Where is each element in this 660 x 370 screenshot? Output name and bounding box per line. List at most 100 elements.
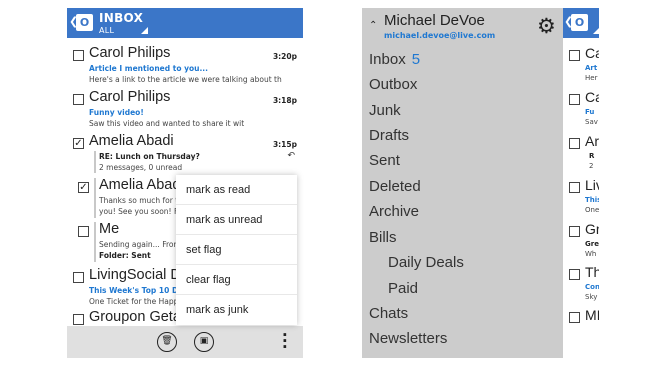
mail-checkbox[interactable] <box>73 94 84 105</box>
folder-paid[interactable]: Paid <box>388 280 418 297</box>
mail-subject: Art <box>585 64 598 72</box>
folders-screen: ⌃ Michael DeVoe michael.devoe@live.com ⚙… <box>362 8 599 358</box>
mail-subject: Gre <box>585 240 599 248</box>
mail-checkbox <box>569 50 580 61</box>
trash-icon[interactable]: 🗑 <box>157 332 177 352</box>
mail-checkbox[interactable]: ✓ <box>78 182 89 193</box>
mail-checkbox <box>569 269 580 280</box>
mail-sender: Liv <box>585 177 599 193</box>
mail-preview: Here's a link to the article we were tal… <box>89 75 282 84</box>
account-name[interactable]: Michael DeVoe <box>384 12 485 29</box>
mail-time: 3:15p <box>272 140 297 149</box>
inbox-title: INBOX <box>99 11 144 25</box>
mail-checkbox <box>569 312 580 323</box>
mail-preview: Saw this video and wanted to share it wi… <box>89 119 245 128</box>
mail-sender: Amelia Abadi <box>89 133 174 149</box>
mail-checkbox <box>569 226 580 237</box>
folder-inbox[interactable]: Inbox 5 <box>369 51 420 68</box>
folder-drafts[interactable]: Drafts <box>369 127 409 144</box>
mail-checkbox[interactable] <box>73 272 84 283</box>
menu-item-clear-flag[interactable]: clear flag <box>176 265 297 295</box>
outlook-logo-icon: O <box>76 14 93 31</box>
mail-subject: Funny video! <box>89 108 144 117</box>
thread-indicator <box>94 222 96 262</box>
mail-sender: Me <box>99 221 120 237</box>
mail-checkbox[interactable] <box>73 314 84 325</box>
mail-subject: Fu <box>585 108 595 116</box>
menu-item-mark-as-junk[interactable]: mark as junk <box>176 295 297 325</box>
menu-item-mark-as-unread[interactable]: mark as unread <box>176 205 297 235</box>
folder-deleted[interactable]: Deleted <box>369 178 421 195</box>
mail-time: 3:18p <box>272 96 297 105</box>
peek-mail-item: Gr Gre Wh <box>563 220 599 260</box>
mail-sender: Carol Philips <box>89 45 171 61</box>
mail-checkbox <box>569 94 580 105</box>
inbox-header: ❮ O INBOX ALL <box>67 8 303 38</box>
folder-move-icon[interactable]: ▣ <box>194 332 214 352</box>
menu-item-mark-as-read[interactable]: mark as read <box>176 175 297 205</box>
mail-sender: MI <box>585 307 599 323</box>
mail-subject: Con <box>585 283 599 291</box>
mail-subject: This <box>585 196 599 204</box>
mail-checkbox[interactable] <box>78 226 89 237</box>
folder-junk[interactable]: Junk <box>369 102 401 119</box>
folder-chats[interactable]: Chats <box>369 305 408 322</box>
mail-item[interactable]: Carol Philips 3:20p Article I mentioned … <box>67 44 303 88</box>
peek-mail-item: Th Con Sky <box>563 263 599 303</box>
folder-sent[interactable]: Sent <box>369 152 400 169</box>
filter-dropdown-icon[interactable] <box>141 27 148 34</box>
peek-mail-item: Ca Fu Sav <box>563 88 599 128</box>
mail-preview: One <box>585 206 599 214</box>
mail-sender: Amelia Abadi <box>99 177 184 193</box>
mail-subject: Article I mentioned to you... <box>89 64 209 73</box>
thread-indicator <box>94 151 96 173</box>
peek-header: ❮ O <box>563 8 599 38</box>
folder-newsletters[interactable]: Newsletters <box>369 330 447 347</box>
peek-mail-item: Liv This One <box>563 176 599 216</box>
filter-dropdown-icon <box>593 27 599 34</box>
folder-bills[interactable]: Bills <box>369 229 397 246</box>
folder-outbox[interactable]: Outbox <box>369 76 417 93</box>
menu-item-set-flag[interactable]: set flag <box>176 235 297 265</box>
mail-preview: Her <box>585 74 598 82</box>
account-collapse-chevron-icon[interactable]: ⌃ <box>369 20 377 31</box>
mail-checkbox[interactable]: ✓ <box>73 138 84 149</box>
mail-preview: 2 messages, 0 unread <box>99 163 183 172</box>
peek-mail-item: Ca Art Her <box>563 44 599 84</box>
mail-time: 3:20p <box>272 52 297 61</box>
mail-checkbox[interactable] <box>73 50 84 61</box>
mail-sender: Carol Philips <box>89 89 171 105</box>
mail-sender: Th <box>585 264 599 280</box>
app-bar: 🗑 ▣ · · · <box>67 326 303 358</box>
mail-subject: R <box>589 152 595 160</box>
mail-item[interactable]: Carol Philips 3:18p Funny video! Saw thi… <box>67 88 303 132</box>
mail-item[interactable]: ✓ Amelia Abadi 3:15p RE: Lunch on Thursd… <box>67 132 303 176</box>
account-email: michael.devoe@live.com <box>384 31 496 40</box>
ellipsis-icon[interactable]: · · · <box>282 328 288 355</box>
gear-icon[interactable]: ⚙ <box>537 16 556 37</box>
folder-daily-deals[interactable]: Daily Deals <box>388 254 464 271</box>
mail-preview: Sending again... From <box>99 240 181 249</box>
mail-preview: Sky <box>585 293 598 301</box>
mail-checkbox <box>569 182 580 193</box>
unread-count: 5 <box>411 51 421 68</box>
peek-mail-item: MI <box>563 306 599 326</box>
mail-preview-line2: you! See you soon! Fro <box>99 207 186 216</box>
mail-preview: Wh <box>585 250 597 258</box>
mail-subject: RE: Lunch on Thursday? <box>99 152 200 161</box>
mail-sender: Gr <box>585 221 599 237</box>
context-menu: mark as read mark as unread set flag cle… <box>176 175 297 325</box>
mail-folder-label: Folder: Sent <box>99 251 151 260</box>
folder-archive[interactable]: Archive <box>369 203 419 220</box>
mail-sender: Ar <box>585 133 599 149</box>
inbox-filter[interactable]: ALL <box>99 26 114 35</box>
mail-preview: One Ticket for the Happy <box>89 297 183 306</box>
mail-sender: Ca <box>585 45 599 61</box>
folder-label: Inbox <box>369 51 406 68</box>
mail-preview: Sav <box>585 118 598 126</box>
peek-mail-item: Ar R 2 <box>563 132 599 172</box>
mail-checkbox <box>569 138 580 149</box>
inbox-peek[interactable]: ❮ O Ca Art Her Ca Fu Sav Ar R 2 Liv This… <box>563 8 599 358</box>
mail-preview: Thanks so much for th <box>99 196 183 205</box>
outlook-logo-icon: O <box>571 14 588 31</box>
